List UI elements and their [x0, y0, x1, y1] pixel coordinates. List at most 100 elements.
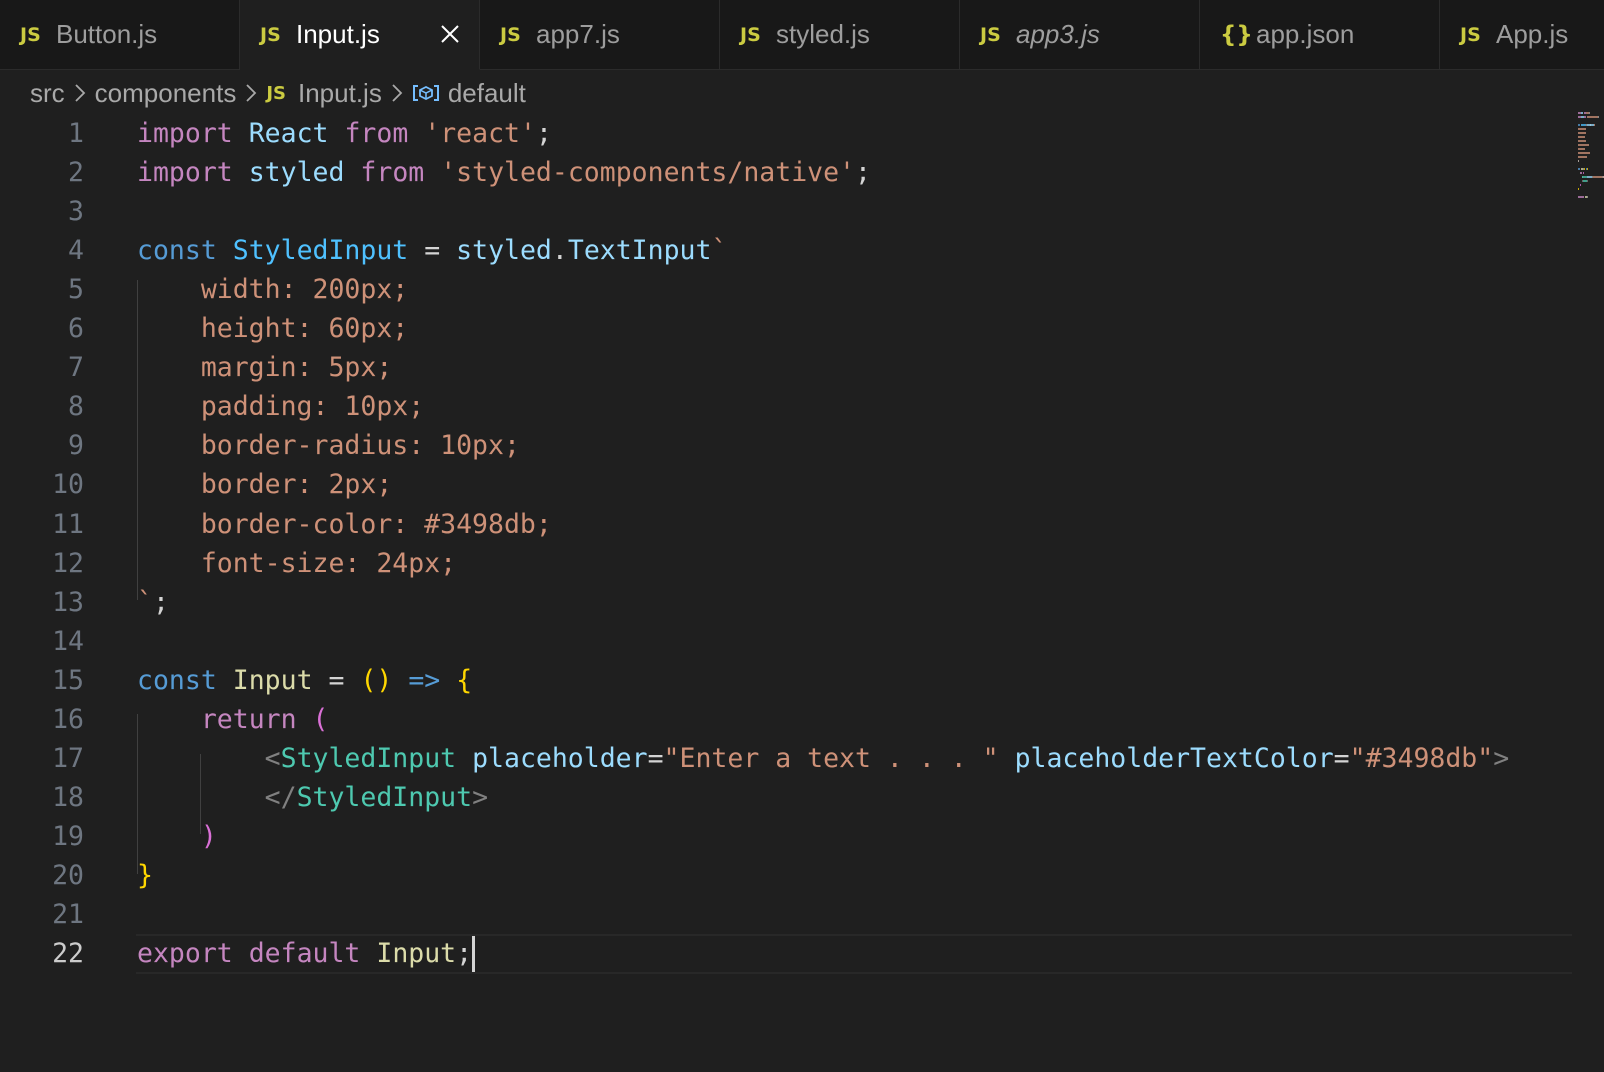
code-text: padding: 10px;: [137, 387, 424, 427]
code-line[interactable]: 20}: [0, 856, 1572, 896]
code-token: (): [360, 664, 393, 696]
javascript-file-icon: JS: [740, 23, 761, 46]
symbol-variable-icon: [412, 83, 440, 103]
line-number: 1: [68, 118, 84, 149]
code-line[interactable]: 17 <StyledInput placeholder="Enter a tex…: [0, 739, 1572, 779]
code-line[interactable]: 12 font-size: 24px;: [0, 544, 1572, 584]
code-token: export: [137, 938, 233, 970]
tab-app7-js[interactable]: JS app7.js: [480, 0, 720, 70]
code-line[interactable]: 5 width: 200px;: [0, 270, 1572, 310]
code-token: border-color: #3498db;: [137, 508, 552, 540]
javascript-file-icon: JS: [980, 23, 1001, 46]
close-icon[interactable]: [435, 19, 465, 49]
code-token: font-size: 24px;: [137, 547, 457, 579]
code-line[interactable]: 16 return (: [0, 700, 1572, 740]
code-text: `;: [137, 583, 169, 623]
code-line[interactable]: 22 export default Input;: [0, 934, 1572, 975]
javascript-file-icon: JS: [266, 82, 286, 104]
line-number: 3: [68, 196, 84, 228]
code-line[interactable]: 13 `;: [0, 583, 1572, 623]
minimap-line: [1587, 168, 1588, 170]
text-cursor: [472, 934, 476, 973]
code-token: StyledInput: [280, 742, 457, 774]
code-line[interactable]: 3: [0, 192, 1572, 232]
code-text: border: 2px;: [137, 465, 392, 505]
line-number: 19: [52, 820, 84, 852]
code-token: margin: 5px;: [137, 352, 393, 384]
code-line[interactable]: 1 import React from 'react';: [0, 114, 1572, 154]
code-token: Input: [232, 664, 313, 696]
minimap-line: [1578, 160, 1580, 162]
code-text: export default Input;: [137, 934, 476, 974]
code-token: React: [248, 118, 329, 149]
tab-label: app3.js: [1016, 19, 1100, 49]
minimap-line: [1586, 116, 1599, 118]
code-line[interactable]: 19 ): [0, 817, 1572, 857]
code-token: <: [264, 742, 281, 774]
code-token: =: [1333, 742, 1350, 774]
code-line[interactable]: 15 const Input = () => {: [0, 661, 1572, 701]
code-text: <StyledInput placeholder="Enter a text .…: [137, 739, 1510, 779]
code-token: TextInput: [567, 235, 712, 267]
tab-styled-js[interactable]: JS styled.js: [720, 0, 960, 70]
line-number: 5: [68, 274, 84, 306]
code-line[interactable]: 10 border: 2px;: [0, 465, 1572, 505]
breadcrumb-file-label: Input.js: [298, 77, 382, 108]
minimap[interactable]: [1578, 112, 1604, 208]
code-line[interactable]: 6 height: 60px;: [0, 309, 1572, 349]
code-line[interactable]: 18 </StyledInput>: [0, 778, 1572, 818]
minimap-line: [1578, 152, 1590, 154]
code-line[interactable]: 9 border-radius: 10px;: [0, 426, 1572, 466]
code-token: padding: 10px;: [137, 391, 425, 423]
code-line[interactable]: 2 import styled from 'styled-components/n…: [0, 153, 1572, 193]
breadcrumb-folder-src[interactable]: src: [30, 78, 65, 109]
line-number: 15: [52, 664, 84, 696]
code-token: placeholderTextColor: [1014, 742, 1334, 774]
code-editor[interactable]: 1 import React from 'react'; 2 import style…: [0, 114, 1604, 1072]
code-line[interactable]: 11 border-color: #3498db;: [0, 505, 1572, 545]
code-line[interactable]: 21: [0, 895, 1572, 935]
tab-app-js[interactable]: JS App.js: [1440, 0, 1604, 70]
tab-app3-js[interactable]: JS app3.js: [960, 0, 1200, 70]
code-token: ;: [535, 118, 552, 149]
minimap-line: [1598, 116, 1600, 118]
code-line[interactable]: 14: [0, 622, 1572, 662]
code-token: styled: [248, 157, 345, 189]
breadcrumb-file[interactable]: JS Input.js: [266, 78, 382, 109]
code-token: }: [137, 859, 153, 891]
tab-input-js[interactable]: JS Input.js: [240, 0, 480, 70]
code-line[interactable]: 4 const StyledInput = styled.TextInput`: [0, 231, 1572, 271]
code-line[interactable]: 8 padding: 10px;: [0, 387, 1572, 427]
minimap-line: [1587, 196, 1588, 198]
code-text: height: 60px;: [137, 309, 408, 349]
minimap-line: [1582, 172, 1584, 174]
breadcrumb-symbol[interactable]: default: [412, 78, 526, 109]
line-number: 14: [52, 625, 84, 657]
code-token: `: [137, 586, 153, 618]
tab-label: Button.js: [56, 19, 158, 49]
breadcrumb-symbol-label: default: [447, 77, 526, 108]
code-line[interactable]: 7 margin: 5px;: [0, 348, 1572, 388]
tab-button-js[interactable]: JS Button.js: [0, 0, 240, 70]
minimap-line: [1582, 176, 1587, 178]
minimap-line: [1578, 128, 1586, 130]
tab-app-json[interactable]: {} app.json: [1200, 0, 1440, 70]
line-number: 11: [52, 508, 84, 540]
code-token: border: 2px;: [137, 469, 393, 501]
breadcrumb-folder-components[interactable]: components: [95, 78, 237, 109]
